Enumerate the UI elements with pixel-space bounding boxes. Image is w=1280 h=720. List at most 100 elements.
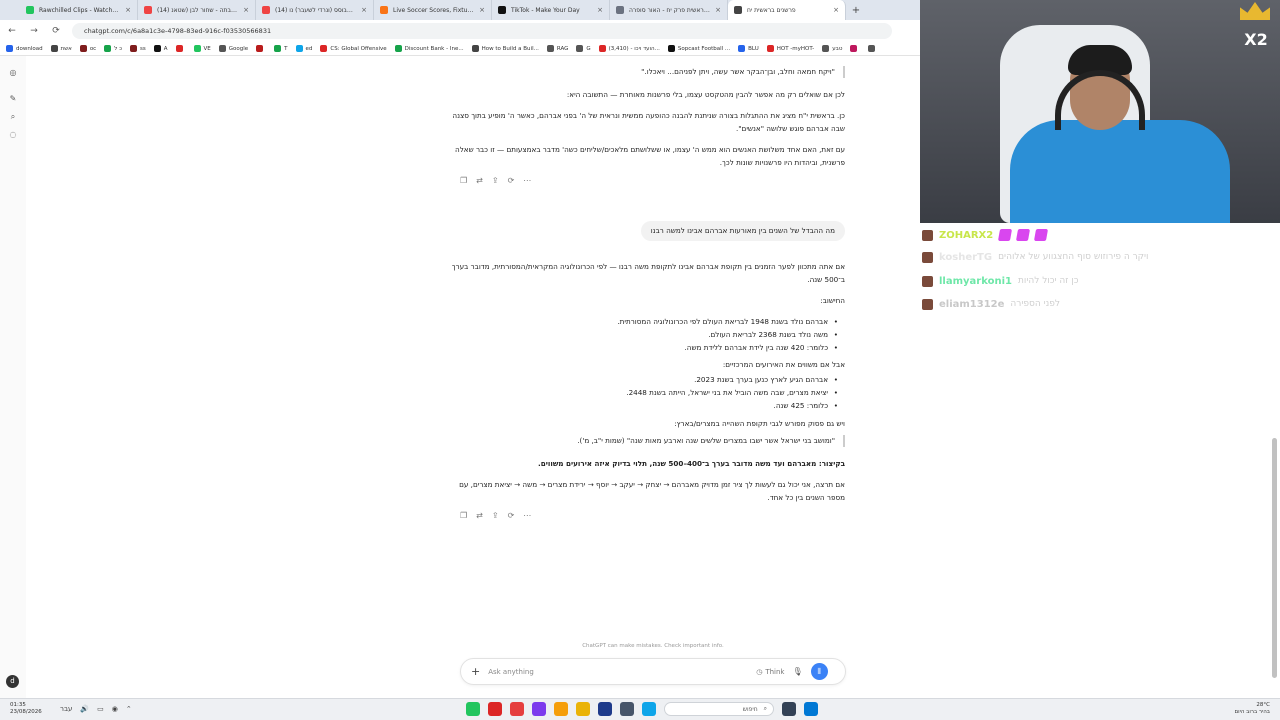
bookmark[interactable]: Discount Bank - Ine... xyxy=(394,45,464,52)
browser-tab[interactable]: TikTok - Make Your Day × xyxy=(492,0,610,20)
taskbar-app-icon[interactable] xyxy=(488,702,502,716)
more-icon[interactable]: ⋯ xyxy=(523,176,531,185)
browser-tab[interactable]: Live Soccer Scores, Fixtures, Re... × xyxy=(374,0,492,20)
library-icon[interactable]: ◌ xyxy=(8,130,18,140)
bookmark[interactable]: oc xyxy=(79,45,96,52)
bookmark[interactable]: T xyxy=(274,45,288,52)
bookmark[interactable]: אשת xyxy=(50,45,72,52)
tab-close-icon[interactable]: × xyxy=(597,6,603,14)
bookmark[interactable]: כ ל xyxy=(104,45,122,52)
stream-logo: X2 xyxy=(1244,30,1268,49)
bookmark-label: BLU xyxy=(748,45,759,52)
tray-icon[interactable]: 🔊 xyxy=(80,705,89,713)
browser-tab[interactable]: פרשנים בראשית יח × xyxy=(728,0,846,20)
search-icon: ⌕ xyxy=(763,705,767,712)
tab-close-icon[interactable]: × xyxy=(833,6,839,14)
bookmark[interactable] xyxy=(850,45,860,52)
taskbar-app-icon[interactable] xyxy=(598,702,612,716)
bookmark[interactable]: How to Build a Buil... xyxy=(471,45,539,52)
bookmark[interactable]: טבע xyxy=(822,45,842,52)
scrollbar[interactable] xyxy=(1272,438,1277,678)
avatar[interactable]: d xyxy=(6,675,19,688)
bookmark-label: G xyxy=(586,45,591,52)
chatgpt-logo-icon[interactable]: ◎ xyxy=(8,68,18,78)
bookmark[interactable]: BLU xyxy=(738,45,759,52)
regenerate-icon[interactable]: ⟳ xyxy=(508,511,515,520)
conversation: "ויקח חמאה וחלב, ובן־הבקר אשר עשה, ויתן … xyxy=(440,56,850,698)
share-icon[interactable]: ⇪ xyxy=(492,176,499,185)
bookmark[interactable] xyxy=(868,45,878,52)
feedback-icon[interactable]: ⇄ xyxy=(476,511,483,520)
bookmark[interactable]: G xyxy=(576,45,591,52)
bookmark[interactable]: ss xyxy=(130,45,146,52)
share-icon[interactable]: ⇪ xyxy=(492,511,499,520)
bookmark[interactable]: (3,410) - הועד ויכו... xyxy=(598,45,660,52)
microphone-icon[interactable]: 🎙 xyxy=(792,667,802,676)
tab-favicon-icon xyxy=(144,6,152,14)
tray-icon[interactable]: ◉ xyxy=(112,705,118,713)
url-field[interactable]: chatgpt.com/c/6a8a1c3e-4798-83ed-916c-f0… xyxy=(72,23,892,39)
more-icon[interactable]: ⋯ xyxy=(523,511,531,520)
think-icon: ◷ xyxy=(756,667,763,676)
clock[interactable]: 01:35 23/08/2026 xyxy=(10,702,42,716)
bookmark[interactable]: ed xyxy=(295,45,312,52)
new-chat-icon[interactable]: ✎ xyxy=(8,94,18,104)
bookmark[interactable] xyxy=(175,45,186,52)
bookmark-favicon-icon xyxy=(175,45,183,52)
voice-mode-button[interactable]: ⦀ xyxy=(810,663,828,680)
back-button[interactable]: ← xyxy=(6,26,18,36)
bookmark[interactable] xyxy=(256,45,266,52)
taskbar-app-icon[interactable] xyxy=(620,702,634,716)
bookmark[interactable]: CS: Global Offensive xyxy=(320,45,387,52)
forward-button[interactable]: → xyxy=(28,26,40,36)
weather-temp: 28°C xyxy=(1256,702,1270,708)
taskbar-app-icon[interactable] xyxy=(576,702,590,716)
tab-close-icon[interactable]: × xyxy=(125,6,131,14)
prompt-input[interactable] xyxy=(488,667,749,676)
tray-icon[interactable]: עבר xyxy=(60,705,72,713)
tab-close-icon[interactable]: × xyxy=(715,6,721,14)
taskbar-app-icon[interactable] xyxy=(554,702,568,716)
taskbar-app-icon[interactable] xyxy=(510,702,524,716)
add-attachment-button[interactable]: + xyxy=(471,665,480,678)
chat-text: לפני הספירה xyxy=(1010,299,1060,309)
tray-icon[interactable]: ⌃ xyxy=(126,705,132,713)
list-item: יציאת מצרים, שבה משה הוביל את בני ישראל,… xyxy=(626,387,837,399)
tray-icon[interactable]: ▭ xyxy=(97,705,104,713)
taskbar-app-icon[interactable] xyxy=(782,702,796,716)
copy-icon[interactable]: ❐ xyxy=(460,511,467,520)
search-icon[interactable]: ⌕ xyxy=(8,112,18,122)
tab-close-icon[interactable]: × xyxy=(361,6,367,14)
bookmark[interactable]: download xyxy=(6,45,43,52)
tab-close-icon[interactable]: × xyxy=(479,6,485,14)
bookmark-favicon-icon xyxy=(104,45,112,52)
taskbar-app-icon[interactable] xyxy=(466,702,480,716)
feedback-icon[interactable]: ⇄ xyxy=(476,176,483,185)
weather-widget[interactable]: 28°C בהיר ברוב היום xyxy=(1212,702,1270,716)
bookmark[interactable]: Google xyxy=(218,45,248,52)
taskbar-app-icon[interactable] xyxy=(532,702,546,716)
new-tab-button[interactable]: + xyxy=(846,0,866,20)
regenerate-icon[interactable]: ⟳ xyxy=(508,176,515,185)
browser-tab[interactable]: (14) יאנג טובתה - שחור לבן (שטאנ × xyxy=(138,0,256,20)
bookmark-favicon-icon xyxy=(546,45,554,52)
bookmark[interactable]: RAG xyxy=(546,45,568,52)
bookmark[interactable]: VE xyxy=(193,45,211,52)
think-button[interactable]: ◷ Think xyxy=(756,668,784,676)
bookmark-label: CS: Global Offensive xyxy=(330,45,387,52)
taskbar-app-icon[interactable] xyxy=(642,702,656,716)
bookmark[interactable]: HOT -myHOT- xyxy=(766,45,814,52)
browser-tab[interactable]: Rawchilled Clips - Watch Live c... × xyxy=(20,0,138,20)
bookmark-label: Sopcast Football ... xyxy=(677,45,731,52)
start-button[interactable] xyxy=(804,702,818,716)
reload-button[interactable]: ⟳ xyxy=(50,26,62,36)
bookmark[interactable]: A xyxy=(153,45,168,52)
browser-tab[interactable]: (14) שלוםמבוסס (ונרדי לשעבר) נו × xyxy=(256,0,374,20)
tab-close-icon[interactable]: × xyxy=(243,6,249,14)
copy-icon[interactable]: ❐ xyxy=(460,176,467,185)
chatgpt-sidebar: ◎ ✎ ⌕ ◌ d xyxy=(0,56,26,698)
taskbar-search[interactable]: חיפוש ⌕ xyxy=(664,702,774,716)
browser-tab[interactable]: בראשית פרק יח - האור סופרה... × xyxy=(610,0,728,20)
tab-title: Live Soccer Scores, Fixtures, Re... xyxy=(393,6,474,14)
bookmark[interactable]: Sopcast Football ... xyxy=(667,45,731,52)
